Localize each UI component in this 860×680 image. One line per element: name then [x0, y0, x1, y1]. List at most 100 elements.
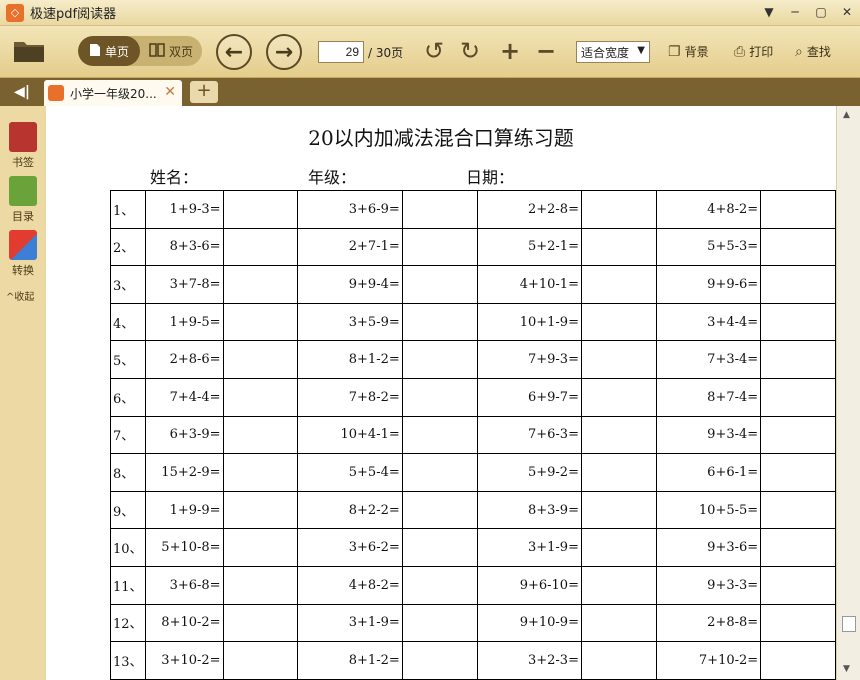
answer-cell: [760, 377, 836, 417]
row-number: 1、: [110, 190, 146, 229]
equation-cell: 3+1-9=: [297, 603, 403, 643]
answer-cell: [580, 641, 657, 680]
zoom-in-button[interactable]: +: [500, 38, 520, 64]
minimize-button[interactable]: ─: [788, 4, 802, 20]
tab-document[interactable]: 小学一年级20... ✕: [44, 80, 182, 106]
print-button[interactable]: ⎙ 打印: [734, 43, 773, 60]
sidebar-item-bookmarks[interactable]: 书签: [5, 122, 41, 170]
scroll-up-icon[interactable]: ▲: [843, 110, 850, 120]
collapse-sidebar-button[interactable]: ^收起: [6, 288, 34, 303]
equation-cell: 10+4-1=: [297, 415, 403, 455]
open-file-button[interactable]: [12, 36, 46, 64]
table-row: 7、 6+3-9= 10+4-1= 7+6-3= 9+3-4=: [110, 415, 836, 455]
table-row: 1、 1+9-3= 3+6-9= 2+2-8= 4+8-2=: [110, 190, 836, 229]
equation-cell: 10+1-9=: [476, 302, 582, 342]
row-number: 7、: [110, 415, 146, 455]
answer-cell: [401, 340, 478, 379]
document-view[interactable]: 20以内加减法混合口算练习题 姓名： 年级： 日期： 1、 1+9-3= 3+6-9…: [46, 106, 836, 680]
printer-icon: ⎙: [734, 43, 746, 60]
table-row: 13、 3+10-2= 8+1-2= 3+2-3= 7+10-2=: [110, 641, 836, 680]
answer-cell: [222, 453, 299, 492]
scroll-down-icon[interactable]: ▼: [843, 664, 850, 674]
answer-cell: [401, 641, 478, 680]
equation-cell: 5+9-2=: [476, 453, 582, 492]
rotate-left-button[interactable]: ↺: [424, 38, 444, 64]
date-label: 日期：: [466, 168, 515, 187]
zoom-out-button[interactable]: −: [536, 38, 556, 64]
vertical-scrollbar[interactable]: ▲ ▼: [836, 106, 860, 680]
arrow-right-icon: →: [274, 39, 294, 65]
sidebar-item-convert[interactable]: 转换: [5, 230, 41, 278]
new-tab-button[interactable]: +: [190, 81, 218, 103]
equation-cell: 9+9-6=: [655, 265, 762, 304]
arrow-left-icon: ←: [224, 39, 244, 65]
app-logo-icon: ◇: [6, 3, 24, 22]
answer-cell: [580, 453, 657, 492]
answer-cell: [222, 641, 299, 680]
background-button[interactable]: ❐ 背景: [668, 43, 709, 60]
grade-label: 年级：: [308, 168, 357, 187]
answer-cell: [760, 565, 836, 605]
equation-cell: 5+5-4=: [297, 453, 403, 492]
toc-icon: [9, 176, 37, 206]
answer-cell: [222, 265, 299, 304]
answer-cell: [580, 490, 657, 530]
close-button[interactable]: ✕: [840, 4, 854, 20]
next-page-button[interactable]: →: [266, 34, 302, 70]
double-page-label: 双页: [168, 44, 193, 59]
row-number: 12、: [110, 603, 146, 643]
answer-cell: [222, 565, 299, 605]
equation-cell: 7+3-4=: [655, 340, 762, 379]
equation-cell: 9+9-4=: [297, 265, 403, 304]
answer-cell: [222, 528, 299, 567]
page-number-input[interactable]: [318, 41, 364, 63]
search-button[interactable]: ⌕ 查找: [795, 43, 831, 60]
equation-cell: 9+6-10=: [476, 565, 582, 605]
menu-dropdown-icon[interactable]: ▼: [762, 4, 776, 20]
sidebar: 书签 目录 转换 ^收起: [0, 106, 46, 680]
answer-cell: [580, 415, 657, 455]
document-title: 20以内加减法混合口算练习题: [308, 126, 574, 150]
equation-cell: 8+3-6=: [144, 227, 224, 267]
equation-cell: 8+2-2=: [297, 490, 403, 530]
answer-cell: [580, 603, 657, 643]
double-page-button[interactable]: 双页: [140, 36, 202, 66]
answer-cell: [222, 415, 299, 455]
scrollbar-thumb[interactable]: [842, 616, 856, 632]
answer-cell: [222, 227, 299, 267]
toggle-sidebar-button[interactable]: ◀|: [4, 81, 40, 103]
table-row: 4、 1+9-5= 3+5-9= 10+1-9= 3+4-4=: [110, 302, 836, 342]
answer-cell: [580, 265, 657, 304]
title-bar: ◇ 极速pdf阅读器 ▼ ─ ▢ ✕: [0, 0, 860, 26]
previous-page-button[interactable]: ←: [216, 34, 252, 70]
table-row: 2、 8+3-6= 2+7-1= 5+2-1= 5+5-3=: [110, 227, 836, 267]
answer-cell: [401, 190, 478, 229]
equation-cell: 2+8-8=: [655, 603, 762, 643]
table-row: 11、 3+6-8= 4+8-2= 9+6-10= 9+3-3=: [110, 565, 836, 605]
equation-cell: 1+9-9=: [144, 490, 224, 530]
answer-cell: [222, 340, 299, 379]
sidebar-item-label: 书签: [12, 156, 34, 169]
row-number: 13、: [110, 641, 146, 680]
sidebar-item-toc[interactable]: 目录: [5, 176, 41, 224]
answer-cell: [760, 227, 836, 267]
convert-icon: [9, 230, 37, 260]
single-page-button[interactable]: 单页: [78, 36, 140, 66]
equation-cell: 3+1-9=: [476, 528, 582, 567]
equation-cell: 5+2-1=: [476, 227, 582, 267]
equation-cell: 3+6-2=: [297, 528, 403, 567]
equation-cell: 5+10-8=: [144, 528, 224, 567]
zoom-select[interactable]: 适合宽度 ▼: [576, 41, 650, 63]
row-number: 6、: [110, 377, 146, 417]
row-number: 5、: [110, 340, 146, 379]
answer-cell: [222, 377, 299, 417]
sidebar-item-label: 目录: [12, 210, 34, 223]
equation-cell: 8+7-4=: [655, 377, 762, 417]
answer-cell: [580, 227, 657, 267]
answer-cell: [580, 565, 657, 605]
rotate-right-button[interactable]: ↻: [460, 38, 480, 64]
answer-cell: [401, 415, 478, 455]
app-title: 极速pdf阅读器: [30, 7, 117, 22]
maximize-button[interactable]: ▢: [814, 4, 828, 20]
close-tab-icon[interactable]: ✕: [164, 84, 176, 100]
